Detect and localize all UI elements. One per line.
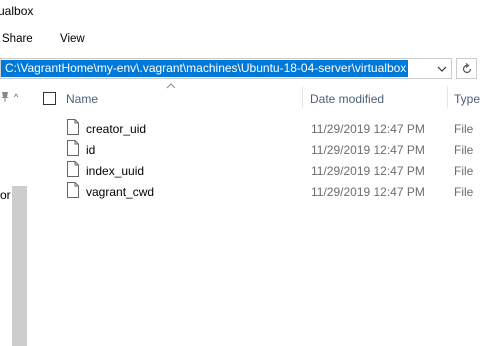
file-row[interactable]: index_uuid 11/29/2019 12:47 PM File — [64, 160, 482, 181]
pin-icon[interactable] — [0, 91, 10, 103]
chevron-down-icon — [437, 66, 446, 72]
ribbon-tab-share[interactable]: Share — [2, 33, 33, 45]
file-name[interactable]: index_uuid — [86, 164, 144, 178]
file-type: File — [454, 122, 474, 136]
file-date-modified: 11/29/2019 12:47 PM — [311, 122, 425, 136]
address-bar[interactable]: C:\VagrantHome\my-env\.vagrant\machines\… — [0, 58, 452, 79]
file-type: File — [454, 143, 474, 157]
nav-pane-scrollbar[interactable] — [12, 186, 27, 346]
file-date-modified: 11/29/2019 12:47 PM — [311, 164, 425, 178]
file-icon — [67, 140, 79, 156]
file-icon — [67, 182, 79, 198]
file-name[interactable]: vagrant_cwd — [86, 185, 154, 199]
address-dropdown-button[interactable] — [432, 59, 451, 78]
column-separator[interactable] — [447, 86, 448, 108]
file-row[interactable]: creator_uid 11/29/2019 12:47 PM File — [64, 118, 482, 139]
file-row[interactable]: vagrant_cwd 11/29/2019 12:47 PM File — [64, 181, 482, 202]
column-header-date-modified[interactable]: Date modified — [310, 92, 384, 106]
column-separator[interactable] — [302, 86, 303, 108]
file-row[interactable]: id 11/29/2019 12:47 PM File — [64, 139, 482, 160]
refresh-icon — [462, 62, 471, 73]
sort-ascending-icon — [166, 83, 176, 89]
address-path[interactable]: C:\VagrantHome\my-env\.vagrant\machines\… — [1, 60, 409, 77]
file-icon — [67, 119, 79, 135]
file-name[interactable]: creator_uid — [86, 122, 146, 136]
refresh-button[interactable] — [456, 58, 477, 79]
ribbon-tab-view[interactable]: View — [60, 33, 85, 45]
window-title: ualbox — [0, 4, 34, 18]
file-icon — [67, 161, 79, 177]
column-header-type[interactable]: Type — [454, 92, 480, 106]
nav-collapse-arrow-icon[interactable]: ^ — [14, 92, 18, 102]
file-date-modified: 11/29/2019 12:47 PM — [311, 185, 425, 199]
file-type: File — [454, 164, 474, 178]
file-date-modified: 11/29/2019 12:47 PM — [311, 143, 425, 157]
column-header-name[interactable]: Name — [66, 92, 98, 106]
nav-item-partial[interactable]: or — [0, 188, 11, 202]
file-name[interactable]: id — [86, 143, 95, 157]
file-type: File — [454, 185, 474, 199]
select-all-checkbox[interactable] — [43, 92, 56, 105]
